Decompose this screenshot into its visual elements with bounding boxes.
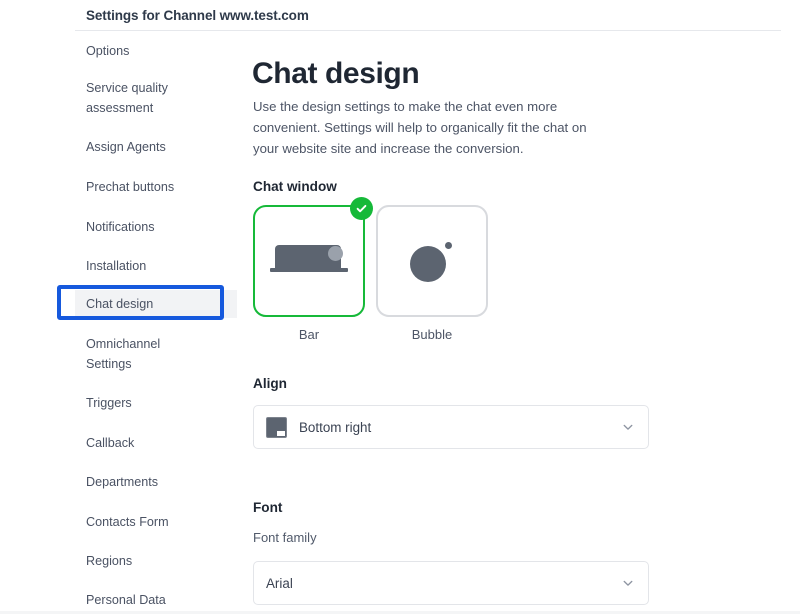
- sidebar-item-assign-agents[interactable]: Assign Agents: [75, 133, 237, 161]
- font-section-label: Font: [253, 500, 283, 515]
- page-description: Use the design settings to make the chat…: [253, 99, 587, 157]
- chevron-down-icon[interactable]: [622, 421, 634, 433]
- align-bottom-right-icon: [266, 416, 287, 438]
- chat-window-option-bar[interactable]: Bar: [253, 197, 373, 342]
- font-family-label: Font family: [253, 530, 317, 545]
- chat-window-option-bubble[interactable]: Bubble: [376, 205, 488, 342]
- sidebar-item-service-quality-assessment[interactable]: Service quality assessment: [75, 74, 237, 122]
- chat-window-section-label: Chat window: [253, 179, 337, 194]
- sidebar-item-label: Installation: [86, 259, 147, 273]
- settings-screen: Settings for Channel www.test.com Option…: [0, 0, 800, 614]
- window-header: Settings for Channel www.test.com: [75, 0, 781, 32]
- font-family-select[interactable]: Arial: [253, 561, 649, 605]
- align-section-label: Align: [253, 376, 287, 391]
- sidebar-item-label: Assign Agents: [86, 140, 166, 154]
- page-header-title: Settings for Channel www.test.com: [86, 8, 309, 23]
- chat-window-option-bubble-caption: Bubble: [411, 327, 453, 342]
- settings-sidebar: Options Service quality assessment Assign …: [75, 31, 237, 614]
- sidebar-item-omnichannel-settings[interactable]: Omnichannel Settings: [75, 330, 237, 378]
- chat-window-option-bubble-card[interactable]: [376, 205, 488, 317]
- chat-window-option-bar-caption: Bar: [298, 327, 320, 342]
- chat-bar-icon: [270, 245, 348, 277]
- sidebar-item-personal-data[interactable]: Personal Data: [75, 586, 237, 614]
- sidebar-item-label: Notifications: [86, 220, 155, 234]
- sidebar-item-label: Prechat buttons: [86, 180, 175, 194]
- sidebar-item-label: Service quality assessment: [86, 81, 168, 115]
- sidebar-item-triggers[interactable]: Triggers: [75, 389, 237, 417]
- sidebar-item-contacts-form[interactable]: Contacts Form: [75, 508, 237, 536]
- font-family-select-value: Arial: [266, 575, 293, 591]
- sidebar-item-regions[interactable]: Regions: [75, 547, 237, 575]
- align-select[interactable]: Bottom right: [253, 405, 649, 449]
- main-content: Chat design Use the design settings to m…: [237, 31, 781, 614]
- sidebar-item-label: Contacts Form: [86, 515, 169, 529]
- chat-bubble-icon: [410, 240, 454, 282]
- sidebar-item-label: Chat design: [86, 297, 154, 311]
- sidebar-item-label: Omnichannel Settings: [86, 337, 161, 371]
- sidebar-item-departments[interactable]: Departments: [75, 468, 237, 496]
- align-select-value: Bottom right: [299, 419, 372, 435]
- sidebar-item-label: Options: [86, 44, 130, 58]
- selected-check-icon: [350, 197, 373, 220]
- sidebar-item-label: Regions: [86, 554, 133, 568]
- sidebar-item-options[interactable]: Options: [75, 37, 237, 65]
- sidebar-item-installation[interactable]: Installation: [75, 252, 237, 280]
- sidebar-item-label: Callback: [86, 436, 135, 450]
- sidebar-item-notifications[interactable]: Notifications: [75, 213, 237, 241]
- sidebar-item-label: Personal Data: [86, 593, 166, 607]
- sidebar-item-callback[interactable]: Callback: [75, 429, 237, 457]
- sidebar-item-label: Departments: [86, 475, 159, 489]
- sidebar-item-chat-design[interactable]: Chat design: [75, 290, 237, 318]
- chevron-down-icon[interactable]: [622, 577, 634, 589]
- sidebar-item-label: Triggers: [86, 396, 132, 410]
- sidebar-item-prechat-buttons[interactable]: Prechat buttons: [75, 173, 237, 201]
- page-title: Chat design: [252, 57, 420, 91]
- chat-window-option-bar-card[interactable]: [253, 197, 373, 317]
